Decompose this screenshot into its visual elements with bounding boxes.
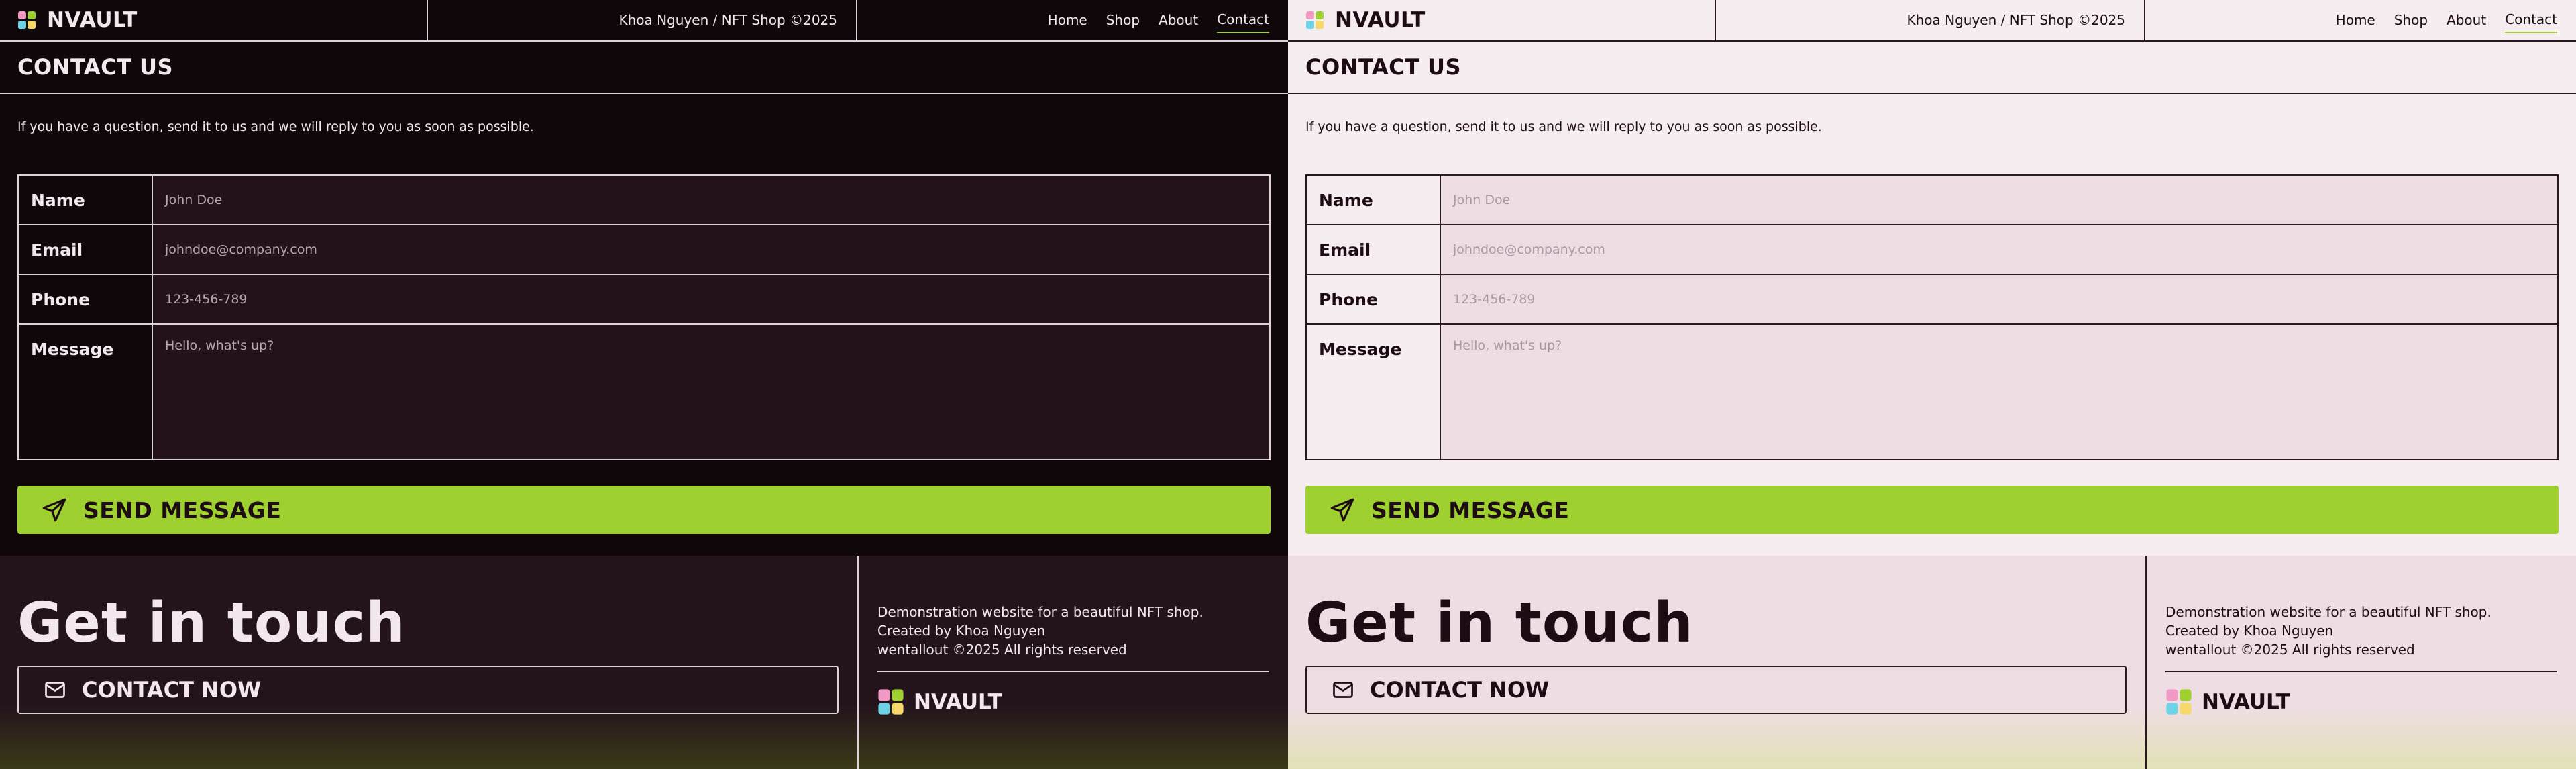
main-nav: Home Shop About Contact xyxy=(2145,0,2576,40)
contact-now-label: CONTACT NOW xyxy=(82,677,262,703)
footer-brand[interactable]: NVAULT xyxy=(2165,688,2557,715)
brand[interactable]: NVAULT xyxy=(0,0,428,40)
nvault-logo-icon xyxy=(878,689,904,715)
contact-form: Name John Doe Email johndoe@company.com … xyxy=(1305,174,2559,460)
phone-row: Phone 123-456-789 xyxy=(19,275,1269,325)
phone-label: Phone xyxy=(19,275,153,323)
email-row: Email johndoe@company.com xyxy=(1307,225,2557,275)
send-icon xyxy=(42,498,66,522)
footer-brand-name: NVAULT xyxy=(914,690,1002,714)
header-credit: Khoa Nguyen / NFT Shop ©2025 xyxy=(428,0,857,40)
contact-now-button[interactable]: CONTACT NOW xyxy=(1305,666,2127,714)
footer-line: Created by Khoa Nguyen xyxy=(877,623,1046,639)
send-message-label: SEND MESSAGE xyxy=(83,497,282,523)
phone-row: Phone 123-456-789 xyxy=(1307,275,2557,325)
page-title: CONTACT US xyxy=(1305,54,1462,80)
mail-icon xyxy=(1333,682,1353,698)
nav-about[interactable]: About xyxy=(2447,8,2486,32)
send-message-button[interactable]: SEND MESSAGE xyxy=(1305,486,2559,534)
message-label: Message xyxy=(19,325,153,459)
phone-input[interactable]: 123-456-789 xyxy=(1441,275,2557,323)
nav-shop[interactable]: Shop xyxy=(1106,8,1140,32)
nav-shop[interactable]: Shop xyxy=(2394,8,2428,32)
nvault-logo-icon xyxy=(1306,11,1324,29)
message-textarea[interactable]: Hello, what's up? xyxy=(153,325,1269,459)
footer-divider xyxy=(2165,671,2557,672)
nav-contact[interactable]: Contact xyxy=(1217,7,1269,33)
send-icon xyxy=(1330,498,1354,522)
footer-line: Demonstration website for a beautiful NF… xyxy=(2165,604,2491,620)
name-label: Name xyxy=(1307,176,1441,224)
nav-home[interactable]: Home xyxy=(1048,8,1087,32)
name-input[interactable]: John Doe xyxy=(1441,176,2557,224)
email-input[interactable]: johndoe@company.com xyxy=(1441,225,2557,274)
brand-name: NVAULT xyxy=(1335,8,1426,32)
nav-about[interactable]: About xyxy=(1159,8,1198,32)
footer-line: wentallout ©2025 All rights reserved xyxy=(877,642,1127,658)
footer-brand[interactable]: NVAULT xyxy=(877,688,1269,715)
email-row: Email johndoe@company.com xyxy=(19,225,1269,275)
name-label: Name xyxy=(19,176,153,224)
phone-label: Phone xyxy=(1307,275,1441,323)
email-label: Email xyxy=(19,225,153,274)
intro-text: If you have a question, send it to us an… xyxy=(1305,119,1822,134)
name-row: Name John Doe xyxy=(19,176,1269,225)
footer-heading: Get in touch xyxy=(17,591,406,655)
site-header: NVAULT Khoa Nguyen / NFT Shop ©2025 Home… xyxy=(0,0,1288,42)
footer-cta: Get in touch CONTACT NOW xyxy=(1288,556,2147,769)
footer-line: wentallout ©2025 All rights reserved xyxy=(2165,642,2415,658)
contact-now-label: CONTACT NOW xyxy=(1370,677,1550,703)
contact-now-button[interactable]: CONTACT NOW xyxy=(17,666,839,714)
footer-brand-name: NVAULT xyxy=(2202,690,2290,714)
dark-theme-panel: NVAULT Khoa Nguyen / NFT Shop ©2025 Home… xyxy=(0,0,1288,769)
footer-line: Created by Khoa Nguyen xyxy=(2165,623,2334,639)
header-credit: Khoa Nguyen / NFT Shop ©2025 xyxy=(1716,0,2145,40)
intro-text: If you have a question, send it to us an… xyxy=(17,119,534,134)
footer-divider xyxy=(877,671,1269,672)
name-row: Name John Doe xyxy=(1307,176,2557,225)
message-row: Message Hello, what's up? xyxy=(1307,325,2557,459)
brand-name: NVAULT xyxy=(47,8,138,32)
email-input[interactable]: johndoe@company.com xyxy=(153,225,1269,274)
footer-heading: Get in touch xyxy=(1305,591,1694,655)
site-header: NVAULT Khoa Nguyen / NFT Shop ©2025 Home… xyxy=(1288,0,2576,42)
message-textarea[interactable]: Hello, what's up? xyxy=(1441,325,2557,459)
email-label: Email xyxy=(1307,225,1441,274)
footer-info: Demonstration website for a beautiful NF… xyxy=(859,556,1288,769)
mail-icon xyxy=(45,682,65,698)
footer-line: Demonstration website for a beautiful NF… xyxy=(877,604,1203,620)
footer-info: Demonstration website for a beautiful NF… xyxy=(2147,556,2576,769)
nav-home[interactable]: Home xyxy=(2336,8,2375,32)
nav-contact[interactable]: Contact xyxy=(2505,7,2557,33)
footer: Get in touch CONTACT NOW Demonstration w… xyxy=(1288,556,2576,769)
message-row: Message Hello, what's up? xyxy=(19,325,1269,459)
send-message-button[interactable]: SEND MESSAGE xyxy=(17,486,1271,534)
nvault-logo-icon xyxy=(18,11,36,29)
page-title: CONTACT US xyxy=(17,54,174,80)
brand[interactable]: NVAULT xyxy=(1288,0,1716,40)
footer-cta: Get in touch CONTACT NOW xyxy=(0,556,859,769)
main-nav: Home Shop About Contact xyxy=(857,0,1288,40)
send-message-label: SEND MESSAGE xyxy=(1371,497,1570,523)
name-input[interactable]: John Doe xyxy=(153,176,1269,224)
nvault-logo-icon xyxy=(2166,689,2192,715)
page-title-bar: CONTACT US xyxy=(0,42,1288,94)
page-title-bar: CONTACT US xyxy=(1288,42,2576,94)
light-theme-panel: NVAULT Khoa Nguyen / NFT Shop ©2025 Home… xyxy=(1288,0,2576,769)
contact-form: Name John Doe Email johndoe@company.com … xyxy=(17,174,1271,460)
phone-input[interactable]: 123-456-789 xyxy=(153,275,1269,323)
footer: Get in touch CONTACT NOW Demonstration w… xyxy=(0,556,1288,769)
message-label: Message xyxy=(1307,325,1441,459)
